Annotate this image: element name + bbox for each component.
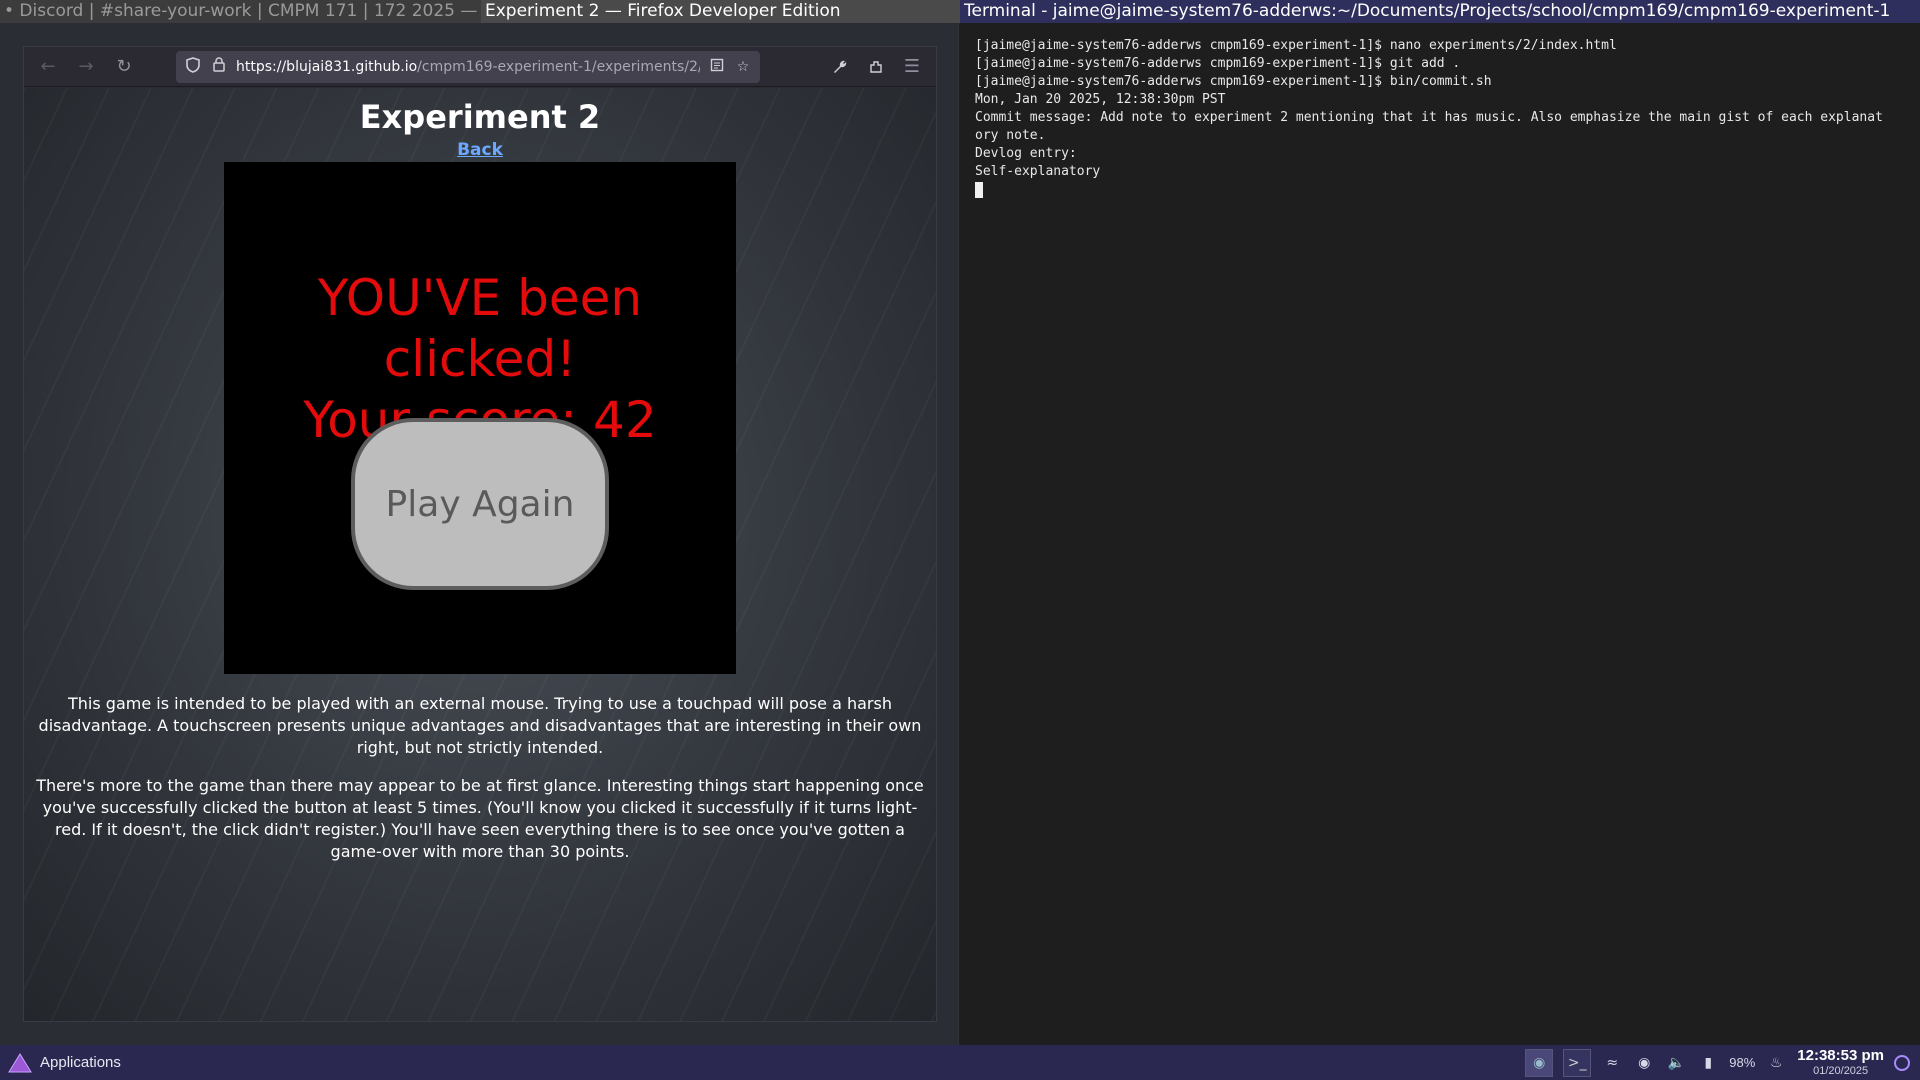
battery-percent: 98% [1729,1055,1756,1070]
instructions-paragraph-1: This game is intended to be played with … [38,694,922,757]
bell-icon[interactable]: ♨ [1765,1055,1787,1071]
extensions-icon[interactable] [860,51,892,83]
terminal-line: Mon, Jan 20 2025, 12:38:30pm PST [975,92,1226,107]
game-message-line1: YOU'VE been clicked! [317,269,643,388]
terminal-line: ory note. [975,128,1046,143]
url-host: https://blujai831.github.io [236,58,418,75]
discord-icon[interactable]: ◉ [1633,1055,1655,1071]
browser-toolbar: ← → ↻ https://blujai831.github.io/cmpm16… [24,47,936,87]
back-link[interactable]: Back [457,140,503,160]
shield-icon[interactable] [184,56,202,77]
url-path: /cmpm169-experiment-1/experiments/2/ [417,58,700,75]
web-page: Experiment 2 Back YOU'VE been clicked! Y… [24,88,936,1021]
game-canvas[interactable]: YOU'VE been clicked! Your score: 42 Play… [224,162,736,674]
terminal-line: Commit message: Add note to experiment 2… [975,110,1883,125]
play-again-button[interactable]: Play Again [351,418,609,590]
terminal-line: Self-explanatory [975,164,1101,179]
terminal-line: [jaime@jaime-system76-adderws cmpm169-ex… [975,38,1617,53]
terminal-task-icon[interactable]: >_ [1563,1048,1592,1077]
lock-icon[interactable] [210,57,228,76]
url-text: https://blujai831.github.io/cmpm169-expe… [236,59,700,75]
terminal-line: [jaime@jaime-system76-adderws cmpm169-ex… [975,56,1461,71]
browser-pane: ← → ↻ https://blujai831.github.io/cmpm16… [0,23,958,1045]
terminal-window[interactable]: [jaime@jaime-system76-adderws cmpm169-ex… [958,23,1920,1045]
url-bar[interactable]: https://blujai831.github.io/cmpm169-expe… [176,50,760,83]
arrow-left-icon[interactable]: ← [32,51,64,83]
volume-icon[interactable]: 🔈 [1665,1055,1687,1071]
taskbar: Applications ◉ >_ ≈ ◉ 🔈 ▮ 98% ♨ 12:38:53… [0,1045,1920,1080]
wifi-icon[interactable]: ≈ [1601,1055,1623,1071]
terminal-cursor-line [975,181,1904,199]
system-tray: ◉ >_ ≈ ◉ 🔈 ▮ 98% ♨ 12:38:53 pm 01/20/202… [1525,1045,1920,1080]
firefox-task-icon[interactable]: ◉ [1525,1048,1554,1077]
clock[interactable]: 12:38:53 pm 01/20/2025 [1797,1047,1884,1078]
reload-icon[interactable]: ↻ [108,51,140,83]
applications-logo-icon [8,1052,32,1072]
star-icon[interactable]: ☆ [734,59,752,75]
window-tab-strip: • Discord | #share-your-work | CMPM 171 … [0,0,1920,23]
firefox-window: ← → ↻ https://blujai831.github.io/cmpm16… [23,46,937,1022]
applications-menu-button[interactable]: Applications [0,1052,121,1073]
page-title: Experiment 2 [359,98,601,136]
clock-time: 12:38:53 pm [1797,1047,1884,1064]
arrow-right-icon[interactable]: → [70,51,102,83]
terminal-line: [jaime@jaime-system76-adderws cmpm169-ex… [975,74,1492,89]
notification-icon[interactable] [1894,1054,1910,1071]
battery-icon[interactable]: ▮ [1697,1055,1719,1071]
reader-view-icon[interactable] [708,58,726,76]
window-tab-firefox[interactable]: Experiment 2 — Firefox Developer Edition [481,0,960,23]
back-link-container: Back [24,140,936,160]
toolbar-right-group: ☰ [824,51,928,83]
terminal-line: Devlog entry: [975,146,1077,161]
applications-label: Applications [40,1054,121,1071]
wrench-icon[interactable] [824,51,856,83]
terminal-cursor [975,181,983,198]
window-tab-terminal[interactable]: Terminal - jaime@jaime-system76-adderws:… [960,0,1920,23]
window-tab-discord[interactable]: • Discord | #share-your-work | CMPM 171 … [0,0,481,23]
instructions-paragraph-2: There's more to the game than there may … [36,776,924,861]
hamburger-menu-icon[interactable]: ☰ [896,51,928,83]
clock-date: 01/20/2025 [1813,1065,1869,1077]
